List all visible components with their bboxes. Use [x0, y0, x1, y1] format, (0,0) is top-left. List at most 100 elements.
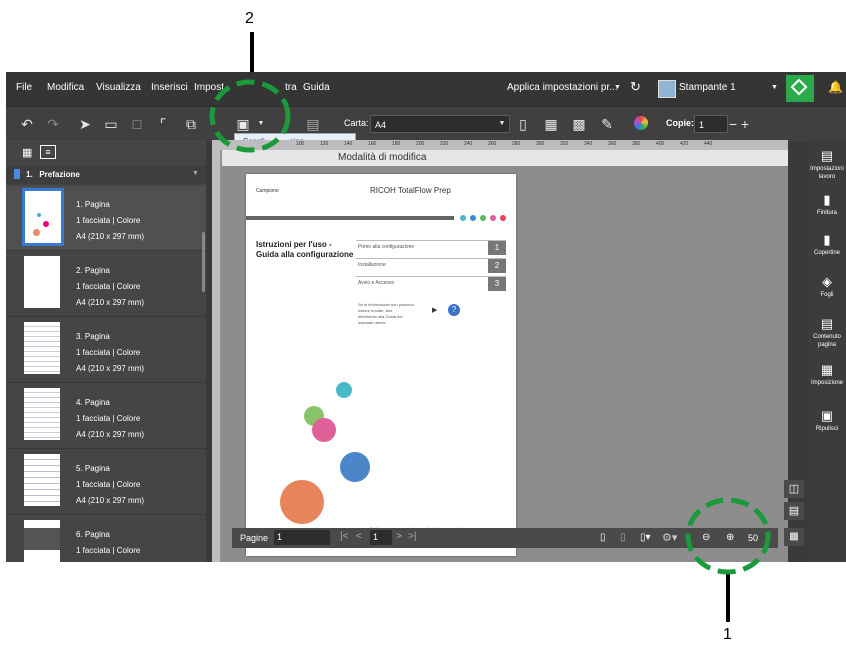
printer-chevron-icon[interactable]: ▼ — [771, 84, 778, 91]
list-view-icon[interactable]: ≡ — [40, 145, 56, 159]
menu-file[interactable]: File — [16, 82, 32, 93]
menu-insert[interactable]: Inserisci — [151, 82, 188, 93]
print-button[interactable] — [786, 75, 814, 102]
printer-icon — [658, 80, 676, 98]
color-wheel-icon[interactable] — [634, 116, 648, 130]
ruler-mark: 220 — [440, 141, 449, 147]
layout-icon[interactable]: ▩ — [570, 115, 588, 133]
pages-input[interactable]: 1 — [274, 530, 330, 545]
ruler-mark: 400 — [656, 141, 665, 147]
fit-page-icon[interactable]: ▩ — [784, 528, 804, 546]
section-header[interactable]: 1. Prefazione ▼ — [6, 166, 206, 184]
select-arrow-icon[interactable]: ➤ — [76, 115, 94, 133]
finishing-icon[interactable]: ▦ — [542, 115, 560, 133]
page-item-6[interactable]: 6. Pagina 1 facciata | Colore — [6, 516, 206, 562]
cleanup-item[interactable]: ▣ Ripulisci — [808, 408, 846, 433]
paper-select[interactable]: A4 — [370, 115, 510, 133]
page-sides: 1 facciata | Colore — [76, 414, 141, 423]
toc-number: 3 — [488, 277, 506, 291]
page-item-2[interactable]: 2. Pagina 1 facciata | Colore A4 (210 x … — [6, 252, 206, 317]
apply-settings-dropdown[interactable]: Applica impostazioni pr... — [507, 82, 618, 93]
page-size: A4 (210 x 297 mm) — [76, 496, 145, 505]
resize-icon[interactable]: ⧉ — [182, 115, 200, 133]
page-sides: 1 facciata | Colore — [76, 282, 141, 291]
menu-edit[interactable]: Modifica — [47, 82, 84, 93]
page-sidebar: ▦ ≡ 1. Prefazione ▼ 1. Pagina 1 facciata… — [6, 140, 206, 562]
page-title: 1. Pagina — [76, 200, 110, 209]
sheets-item[interactable]: ◈ Fogli — [808, 274, 846, 299]
finishing-label: Finitura — [816, 210, 837, 216]
toc-number: 1 — [488, 241, 506, 255]
undo-icon[interactable]: ↶ — [18, 115, 36, 133]
doc-toc-row: Avvio e Accesso 3 — [356, 276, 506, 291]
page-thumbnail — [24, 520, 60, 562]
crop-icon[interactable]: ⌜ — [154, 115, 172, 133]
page-item-5[interactable]: 5. Pagina 1 facciata | Colore A4 (210 x … — [6, 450, 206, 515]
apply-settings-chevron-icon[interactable]: ▼ — [614, 84, 621, 91]
first-page-icon[interactable]: |< — [340, 531, 348, 542]
document-page[interactable]: Campione RICOH TotalFlow Prep Istruzioni… — [246, 174, 516, 556]
toc-label: Avvio e Accesso — [358, 280, 395, 286]
finishing-item[interactable]: ▮ Finitura — [808, 192, 846, 217]
page-layout-dropdown-icon[interactable]: ▯▾ — [640, 532, 651, 543]
copies-increase-icon[interactable]: + — [736, 115, 754, 133]
imposition-item[interactable]: ▦ Imposizione — [808, 362, 846, 387]
ruler-mark: 360 — [608, 141, 617, 147]
doc-dot — [470, 215, 476, 221]
doc-brand: RICOH TotalFlow Prep — [370, 186, 451, 195]
single-page-icon[interactable]: ▯ — [600, 532, 606, 543]
page-item-1[interactable]: 1. Pagina 1 facciata | Colore A4 (210 x … — [6, 186, 206, 251]
next-page-icon[interactable]: > — [396, 531, 402, 542]
section-collapse-icon[interactable]: ▼ — [192, 170, 199, 177]
doc-dot — [480, 215, 486, 221]
covers-item[interactable]: ▮ Copertine — [808, 232, 846, 257]
page-size: A4 (210 x 297 mm) — [76, 298, 145, 307]
doc-toc-row: Primo alla configurazione 1 — [356, 240, 506, 255]
printer-name[interactable]: Stampante 1 — [679, 82, 736, 93]
doc-divider — [246, 216, 454, 220]
doc-dot — [490, 215, 496, 221]
page-thumbnail — [24, 322, 60, 374]
notification-bell-icon[interactable]: 🔔 — [828, 80, 843, 94]
settings-gear-icon[interactable]: ⚙▾ — [662, 531, 677, 544]
doc-note-line: essere trovate, fare — [358, 308, 393, 313]
previous-page-icon[interactable]: < — [356, 531, 362, 542]
callout-label-2: 2 — [245, 10, 254, 27]
edit-icon[interactable]: ✎ — [598, 115, 616, 133]
doc-circle-teal — [336, 382, 352, 398]
page-title: 4. Pagina — [76, 398, 110, 407]
page-content-item[interactable]: ▤ Contenuto pagina — [808, 316, 846, 349]
book-view-icon[interactable]: ▤ — [784, 502, 804, 520]
simplex-icon[interactable]: ▯ — [514, 115, 532, 133]
page-item-4[interactable]: 4. Pagina 1 facciata | Colore A4 (210 x … — [6, 384, 206, 449]
cleanup-label: Ripulisci — [815, 426, 839, 432]
page-frame-icon[interactable]: ▯ — [620, 532, 626, 543]
ruler-mark: 300 — [536, 141, 545, 147]
page-item-3[interactable]: 3. Pagina 1 facciata | Colore A4 (210 x … — [6, 318, 206, 383]
paper-select-chevron-icon[interactable]: ▼ — [493, 115, 511, 133]
copies-input[interactable]: 1 — [694, 115, 728, 133]
ruler-mark: 280 — [512, 141, 521, 147]
ruler-mark: 380 — [632, 141, 641, 147]
last-page-icon[interactable]: >| — [408, 531, 416, 542]
page-size: A4 (210 x 297 mm) — [76, 430, 145, 439]
menu-view[interactable]: Visualizza — [96, 82, 141, 93]
sidebar-scrollbar[interactable] — [202, 232, 205, 292]
pages-label: Pagine — [240, 533, 269, 543]
job-settings-item[interactable]: ▤ Impostazioni lavoro — [808, 148, 846, 181]
paper-label: Carta: — [344, 118, 369, 128]
callout-circle-1 — [685, 497, 771, 575]
redo-icon[interactable]: ↷ — [44, 115, 62, 133]
rectangle-icon[interactable]: ▭ — [102, 115, 120, 133]
covers-icon: ▮ — [823, 232, 831, 247]
refresh-icon[interactable]: ↻ — [630, 79, 641, 95]
page-number-input[interactable]: 1 — [370, 530, 392, 545]
toc-number: 2 — [488, 259, 506, 273]
copies-label: Copie: — [666, 118, 694, 128]
ruler-mark: 200 — [416, 141, 425, 147]
menu-bar: File Modifica Visualizza Inserisci Impos… — [6, 72, 846, 106]
doc-dot — [460, 215, 466, 221]
two-page-view-icon[interactable]: ◫ — [784, 480, 804, 498]
marquee-icon[interactable]: □ — [128, 115, 146, 133]
grid-view-icon[interactable]: ▦ — [22, 146, 32, 159]
